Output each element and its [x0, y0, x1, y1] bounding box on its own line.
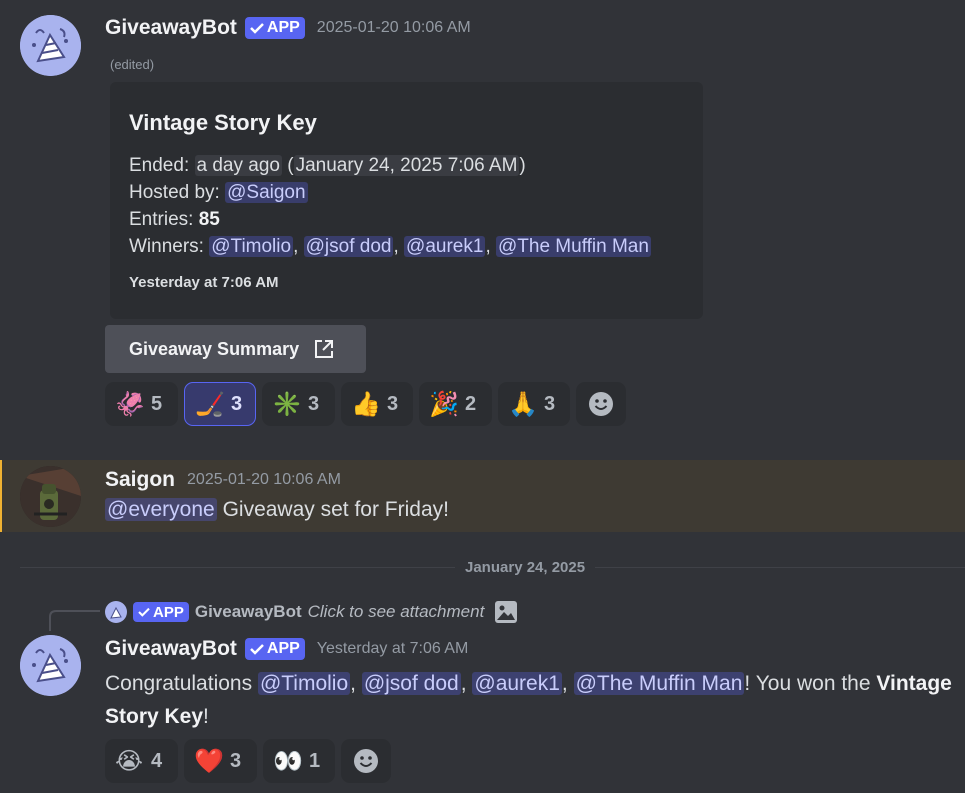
message-giveawaybot-2: APP GiveawayBot Click to see attachment …: [0, 595, 965, 793]
hosted-label: Hosted by:: [129, 182, 220, 203]
app-tag: APP: [244, 17, 305, 39]
hosted-line: Hosted by: @Saigon: [129, 179, 651, 206]
reply-app-tag: APP: [133, 602, 189, 622]
check-icon: [250, 23, 264, 34]
message-text: Congratulations: [105, 672, 253, 695]
reaction-sob[interactable]: 😭 4: [105, 739, 178, 783]
reaction-thumbsup[interactable]: 👍 3: [341, 382, 413, 426]
add-reaction-icon: [354, 749, 378, 773]
ended-label: Ended:: [129, 155, 190, 176]
giveawaybot-avatar[interactable]: [20, 635, 81, 696]
reaction-count: 2: [465, 392, 477, 415]
sob-icon: 😭: [115, 747, 144, 775]
reaction-count: 3: [308, 392, 320, 415]
message-text: Giveaway set for Friday!: [222, 498, 449, 521]
message-text: ! You won the: [744, 672, 871, 695]
ended-line: Ended: a day ago (January 24, 2025 7:06 …: [129, 155, 526, 176]
eyes-icon: 👀: [273, 747, 303, 775]
reaction-count: 3: [544, 392, 556, 415]
winner-mention[interactable]: @aurek1: [404, 236, 486, 257]
reactions-bar: 😭 4 ❤️ 3 👀 1: [105, 739, 405, 783]
reaction-pray[interactable]: 🙏 3: [498, 382, 570, 426]
message-timestamp[interactable]: Yesterday at 7:06 AM: [317, 640, 469, 658]
reaction-tada[interactable]: 🎉 2: [419, 382, 492, 426]
host-mention[interactable]: @Saigon: [225, 182, 308, 203]
add-reaction-icon: [589, 392, 613, 416]
thumbs-up-icon: 👍: [351, 390, 381, 418]
message-text: !: [203, 705, 209, 728]
username[interactable]: GiveawayBot: [105, 637, 237, 661]
app-tag: APP: [244, 638, 305, 660]
saigon-avatar[interactable]: [20, 466, 81, 527]
party-popper-icon: 🎉: [429, 390, 459, 418]
reply-spine: [49, 610, 100, 631]
reaction-count: 3: [230, 749, 242, 772]
giveawaybot-avatar[interactable]: [20, 15, 81, 76]
app-tag-label: APP: [266, 19, 300, 36]
winner-mention[interactable]: @The Muffin Man: [573, 672, 745, 695]
winner-mention[interactable]: @Timolio: [257, 672, 351, 695]
reaction-count: 4: [151, 749, 163, 772]
date-divider-label: January 24, 2025: [455, 559, 596, 576]
add-reaction-button[interactable]: [341, 739, 391, 783]
mention-highlight-bar: [0, 460, 2, 532]
app-tag-label: APP: [266, 640, 300, 657]
reaction-heart[interactable]: ❤️ 3: [184, 739, 257, 783]
entries-line: Entries: 85: [129, 206, 651, 233]
reaction-squid[interactable]: 🦑 5: [105, 382, 178, 426]
winner-mention[interactable]: @aurek1: [472, 672, 562, 695]
username[interactable]: Saigon: [105, 468, 175, 492]
reaction-hockey[interactable]: 🏒 3: [184, 382, 256, 426]
edited-label: (edited): [110, 57, 155, 72]
reply-avatar: [105, 601, 127, 623]
winner-mention[interactable]: @The Muffin Man: [496, 236, 651, 257]
reaction-eyes[interactable]: 👀 1: [263, 739, 335, 783]
heart-icon: ❤️: [194, 747, 224, 775]
embed-footer: Yesterday at 7:06 AM: [129, 274, 279, 291]
reaction-sparkle[interactable]: ✳️ 3: [262, 382, 335, 426]
winner-mention[interactable]: @jsof dod: [303, 236, 394, 257]
eight-spoked-asterisk-icon: ✳️: [272, 390, 302, 418]
reply-username[interactable]: GiveawayBot: [195, 602, 302, 622]
hockey-icon: 🏒: [195, 390, 225, 418]
image-icon: [495, 601, 518, 623]
message-saigon: Saigon 2025-01-20 10:06 AM @everyone Giv…: [0, 460, 965, 532]
entries-label: Entries:: [129, 209, 194, 230]
winners-line: Winners: @Timolio, @jsof dod, @aurek1, @…: [129, 236, 651, 257]
message-giveawaybot-1: GiveawayBot APP 2025-01-20 10:06 AM (edi…: [0, 0, 965, 440]
ended-date[interactable]: January 24, 2025 7:06 AM: [293, 155, 520, 176]
giveaway-summary-button[interactable]: Giveaway Summary: [105, 325, 366, 373]
reaction-count: 3: [231, 392, 243, 415]
reaction-count: 5: [151, 392, 163, 415]
entries-count: 85: [198, 209, 220, 230]
summary-button-label: Giveaway Summary: [129, 338, 300, 359]
check-icon: [138, 607, 150, 617]
folded-hands-icon: 🙏: [508, 390, 538, 418]
reactions-bar: 🦑 5 🏒 3 ✳️ 3 👍 3 🎉 2 🙏 3: [105, 382, 635, 426]
message-content: @everyone Giveaway set for Friday!: [105, 498, 449, 522]
message-timestamp[interactable]: 2025-01-20 10:06 AM: [187, 471, 341, 489]
message-timestamp[interactable]: 2025-01-20 10:06 AM: [317, 19, 471, 37]
reply-preview[interactable]: APP GiveawayBot Click to see attachment: [105, 600, 518, 624]
reply-app-tag-label: APP: [153, 603, 184, 621]
everyone-mention[interactable]: @everyone: [105, 498, 217, 521]
reply-text[interactable]: Click to see attachment: [308, 602, 485, 622]
add-reaction-button[interactable]: [576, 382, 626, 426]
squid-icon: 🦑: [115, 390, 145, 418]
external-link-icon: [315, 340, 334, 358]
winner-mention[interactable]: @jsof dod: [361, 672, 461, 695]
winner-mention[interactable]: @Timolio: [209, 236, 294, 257]
message-content: Congratulations @Timolio, @jsof dod, @au…: [105, 672, 952, 728]
username[interactable]: GiveawayBot: [105, 16, 237, 40]
reaction-count: 3: [387, 392, 399, 415]
check-icon: [250, 644, 264, 655]
ended-relative[interactable]: a day ago: [194, 155, 282, 176]
giveaway-embed: Vintage Story Key Ended: a day ago (Janu…: [110, 82, 703, 319]
winners-label: Winners:: [129, 236, 204, 257]
embed-title: Vintage Story Key: [129, 110, 317, 135]
reaction-count: 1: [309, 749, 321, 772]
